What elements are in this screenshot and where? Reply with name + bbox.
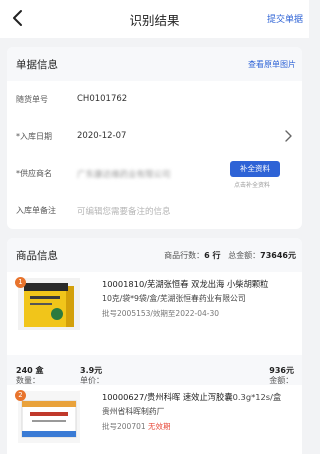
product-image [18, 391, 80, 443]
item-stats: 数量： 240 盒 单价： 3.9元 金额： 936元 [7, 355, 302, 385]
delivery-no-label: 随货单号 [16, 95, 48, 104]
supplier-label: *供应商名 [16, 169, 52, 178]
goods-info-card: 商品信息 商品行数：6 行 总金额：73646元 1 10001810/芜湖张恒… [7, 238, 302, 454]
item-amount: 金额： 936元 [269, 365, 294, 385]
delivery-no-value: CH0101762 [77, 94, 128, 104]
goods-info-header: 商品信息 商品行数：6 行 总金额：73646元 [7, 238, 302, 272]
supplier-value[interactable]: 广东康达维药业有限公司 [77, 168, 171, 180]
quantity-value: 240 盒 [16, 366, 44, 375]
batch-warning: 无效期 [148, 422, 171, 431]
complete-info-hint: 点击补全资料 [233, 182, 270, 189]
remark-input[interactable]: 可编辑您需要备注的信息 [77, 205, 171, 217]
nav-bar: 识别结果 提交单据 [0, 0, 309, 38]
item-batch: 批号200701 无效期 [102, 421, 171, 432]
receipt-info-header: 单据信息 查看原单图片 [7, 47, 302, 81]
item-batch: 批号2005153/效期至2022-04-30 [102, 309, 220, 318]
list-item[interactable]: 2 10000627/贵州科晖 速效止泻胶囊0.3g*12s/盒 贵州省科晖制药… [7, 385, 302, 454]
remark-label: 入库单备注 [16, 206, 56, 215]
item-name-text: 10000627/贵州科晖 速效止泻胶囊 [102, 392, 233, 402]
item-name: 10000627/贵州科晖 速效止泻胶囊0.3g*12s/盒 [102, 391, 281, 403]
warehouse-date-row[interactable]: *入库日期 2020-12-07 [7, 118, 302, 155]
item-index-badge: 1 [15, 277, 26, 288]
warehouse-date-value[interactable]: 2020-12-07 [77, 131, 126, 141]
total-amount-label: 总金额： [228, 251, 261, 260]
item-spec: 10克/袋*9袋/盒/芜湖张恒春药业有限公司 [102, 294, 246, 303]
product-image [18, 278, 80, 330]
amount-value: 936元 [269, 366, 294, 375]
item-spec-suffix: 0.3g*12s/盒 [232, 392, 282, 402]
complete-info-button[interactable]: 补全资料 [230, 161, 280, 177]
view-original-image-link[interactable]: 查看原单图片 [248, 59, 296, 70]
supplier-row: *供应商名 广东康达维药业有限公司 补全资料 点击补全资料 [7, 155, 302, 192]
delivery-no-row: 随货单号 CH0101762 [7, 81, 302, 118]
item-price: 单价： 3.9元 [80, 365, 104, 385]
goods-info-title: 商品信息 [16, 250, 58, 262]
page-title: 识别结果 [129, 13, 180, 28]
goods-summary: 商品行数：6 行 总金额：73646元 [164, 250, 296, 261]
submit-button[interactable]: 提交单据 [267, 12, 303, 25]
row-count-label: 商品行数： [164, 251, 205, 260]
price-value: 3.9元 [80, 366, 103, 375]
item-index-badge: 2 [15, 390, 26, 401]
list-item[interactable]: 1 10001810/芜湖张恒春 双龙出海 小柴胡颗粒 10克/袋*9袋/盒/芜… [7, 272, 302, 392]
receipt-info-card: 单据信息 查看原单图片 随货单号 CH0101762 *入库日期 2020-12… [7, 47, 302, 229]
row-count-value: 6 行 [204, 251, 221, 260]
chevron-right-icon[interactable] [283, 130, 293, 142]
item-spec: 贵州省科晖制药厂 [102, 407, 165, 416]
warehouse-date-label: *入库日期 [16, 132, 52, 141]
total-amount-value: 73646元 [260, 251, 296, 260]
item-batch-text: 批号200701 [102, 422, 146, 431]
item-name: 10001810/芜湖张恒春 双龙出海 小柴胡颗粒 [102, 279, 269, 289]
receipt-info-title: 单据信息 [16, 59, 58, 71]
remark-row: 入库单备注 可编辑您需要备注的信息 [7, 192, 302, 229]
item-quantity: 数量： 240 盒 [16, 365, 44, 385]
